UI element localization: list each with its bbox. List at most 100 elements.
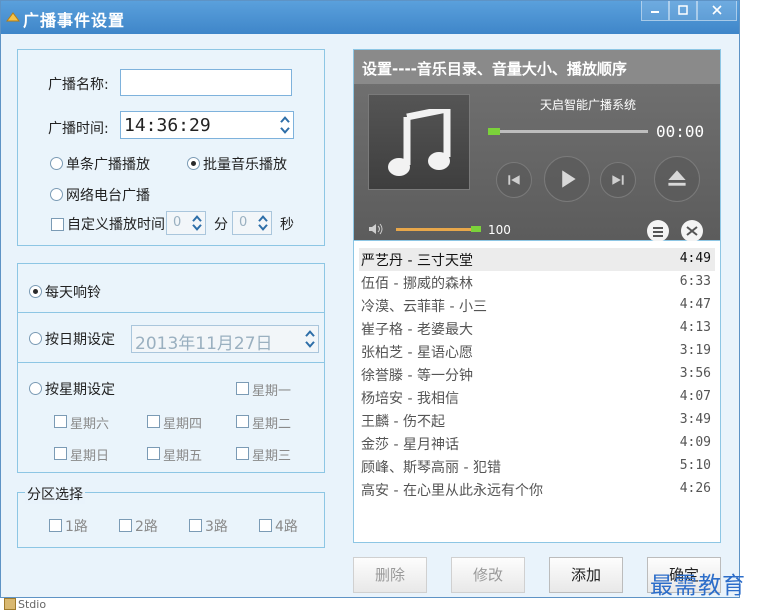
volume-handle[interactable]	[471, 226, 481, 232]
time-spinner[interactable]	[278, 113, 292, 137]
maximize-icon	[678, 5, 688, 15]
song-duration: 3:49	[679, 412, 711, 427]
by-date-radio[interactable]	[29, 332, 42, 345]
song-title: 高安 - 在心里从此永远有个你	[361, 483, 543, 499]
song-duration: 4:13	[679, 320, 711, 335]
weekday-checkbox-mon[interactable]	[236, 382, 249, 395]
weekday-checkbox-thu[interactable]	[147, 415, 160, 428]
seconds-spinner[interactable]	[256, 213, 270, 233]
weekday-checkbox-fri[interactable]	[147, 447, 160, 460]
title-bar: 广播事件设置	[1, 1, 739, 34]
next-button[interactable]	[600, 162, 636, 198]
playback-time: 00:00	[656, 122, 705, 141]
net-radio-radio[interactable]	[50, 188, 63, 201]
skip-previous-icon	[508, 175, 520, 185]
add-button[interactable]: 添加	[549, 557, 623, 593]
song-duration: 5:10	[679, 458, 711, 473]
minimize-button[interactable]	[641, 1, 669, 21]
skip-next-icon	[612, 175, 624, 185]
seconds-unit: 秒	[280, 217, 294, 233]
weekday-label-fri: 星期五	[163, 449, 203, 464]
broadcast-name-input[interactable]	[120, 69, 292, 96]
spinner-arrows-icon	[192, 215, 202, 231]
song-title: 严艺丹 - 三寸天堂	[361, 253, 473, 269]
zone-checkbox-1[interactable]	[49, 519, 62, 532]
progress-handle[interactable]	[488, 128, 500, 135]
taskbar-label: Stdio	[18, 598, 47, 611]
zone-group-title: 分区选择	[25, 484, 85, 504]
player-header[interactable]: 设置----音乐目录、音量大小、播放顺序	[354, 50, 720, 84]
song-duration: 4:07	[679, 389, 711, 404]
zone-label-1: 1路	[65, 519, 88, 535]
previous-button[interactable]	[496, 162, 532, 198]
maximize-button[interactable]	[669, 1, 697, 21]
single-play-radio[interactable]	[50, 157, 63, 170]
weekday-checkbox-wed[interactable]	[236, 447, 249, 460]
song-title: 冷漠、云菲菲 - 小三	[361, 299, 487, 315]
batch-play-radio[interactable]	[187, 157, 200, 170]
weekday-checkbox-sun[interactable]	[54, 447, 67, 460]
weekday-checkbox-tue[interactable]	[236, 415, 249, 428]
play-button[interactable]	[544, 156, 590, 202]
playlist-row[interactable]: 张柏芝 - 星语心愿 3:19	[359, 340, 715, 363]
shuffle-icon	[686, 226, 698, 236]
playlist-row[interactable]: 金莎 - 星月神话 4:09	[359, 432, 715, 455]
custom-time-checkbox[interactable]	[51, 218, 64, 231]
playlist-row[interactable]: 王麟 - 伤不起 3:49	[359, 409, 715, 432]
minutes-unit: 分	[214, 217, 228, 233]
taskbar-item[interactable]: Stdio	[4, 598, 46, 611]
playlist-row[interactable]: 严艺丹 - 三寸天堂 4:49	[359, 248, 715, 271]
broadcast-settings-window: 广播事件设置 广播名称: 广播时间: 14:36:29 单条广播播放 批量音乐播…	[0, 0, 740, 598]
zone-checkbox-2[interactable]	[119, 519, 132, 532]
divider	[18, 362, 324, 363]
eject-icon	[668, 170, 686, 186]
net-radio-label: 网络电台广播	[66, 188, 150, 204]
eject-button[interactable]	[654, 156, 700, 202]
single-play-label: 单条广播播放	[66, 157, 150, 173]
seconds-stepper[interactable]: 0	[232, 211, 272, 235]
playlist-order-button[interactable]	[647, 220, 669, 242]
song-duration: 3:19	[679, 343, 711, 358]
playlist-row[interactable]: 冷漠、云菲菲 - 小三 4:47	[359, 294, 715, 317]
date-spinner[interactable]	[303, 327, 317, 351]
minutes-stepper[interactable]: 0	[166, 211, 206, 235]
weekday-label-sat: 星期六	[70, 417, 110, 432]
playlist-row[interactable]: 崔子格 - 老婆最大 4:13	[359, 317, 715, 340]
delete-button[interactable]: 删除	[353, 557, 427, 593]
zone-label-3: 3路	[205, 519, 228, 535]
zone-checkbox-4[interactable]	[259, 519, 272, 532]
by-week-radio[interactable]	[29, 382, 42, 395]
playlist-row[interactable]: 顾峰、斯琴高丽 - 犯错 5:10	[359, 455, 715, 478]
minimize-icon	[651, 11, 659, 13]
minutes-spinner[interactable]	[190, 213, 204, 233]
music-player: 设置----音乐目录、音量大小、播放顺序 天启智能广播系统 00:00 100	[353, 49, 721, 242]
volume-slider[interactable]	[396, 228, 472, 231]
volume-icon	[369, 223, 383, 235]
name-label: 广播名称:	[48, 77, 109, 93]
close-icon	[712, 5, 722, 15]
progress-track[interactable]	[488, 130, 648, 133]
weekday-label-thu: 星期四	[163, 417, 203, 432]
weekday-label-mon: 星期一	[252, 384, 292, 399]
daily-radio[interactable]	[29, 285, 42, 298]
close-button[interactable]	[697, 1, 737, 21]
playlist-row[interactable]: 杨培安 - 我相信 4:07	[359, 386, 715, 409]
zone-checkbox-3[interactable]	[189, 519, 202, 532]
playlist-row[interactable]: 徐誉滕 - 等一分钟 3:56	[359, 363, 715, 386]
song-title: 金莎 - 星月神话	[361, 437, 459, 453]
weekday-checkbox-sat[interactable]	[54, 415, 67, 428]
broadcast-time-picker[interactable]: 14:36:29	[120, 111, 294, 139]
zone-label-4: 4路	[275, 519, 298, 535]
playlist-row[interactable]: 伍佰 - 挪威的森林 6:33	[359, 271, 715, 294]
edit-button[interactable]: 修改	[451, 557, 525, 593]
zone-label-2: 2路	[135, 519, 158, 535]
weekday-label-wed: 星期三	[252, 449, 292, 464]
date-picker[interactable]: 2013年11月27日	[131, 325, 319, 354]
basic-settings-panel: 广播名称: 广播时间: 14:36:29 单条广播播放 批量音乐播放 网络电台广…	[17, 49, 325, 246]
playlist-row[interactable]: 高安 - 在心里从此永远有个你 4:26	[359, 478, 715, 501]
playlist[interactable]: 严艺丹 - 三寸天堂 4:49 伍佰 - 挪威的森林 6:33 冷漠、云菲菲 - 小三 4…	[353, 241, 721, 543]
shuffle-button[interactable]	[681, 220, 703, 242]
weekday-label-sun: 星期日	[70, 449, 110, 464]
spinner-arrows-icon	[258, 215, 268, 231]
app-tray-icon	[4, 598, 16, 610]
